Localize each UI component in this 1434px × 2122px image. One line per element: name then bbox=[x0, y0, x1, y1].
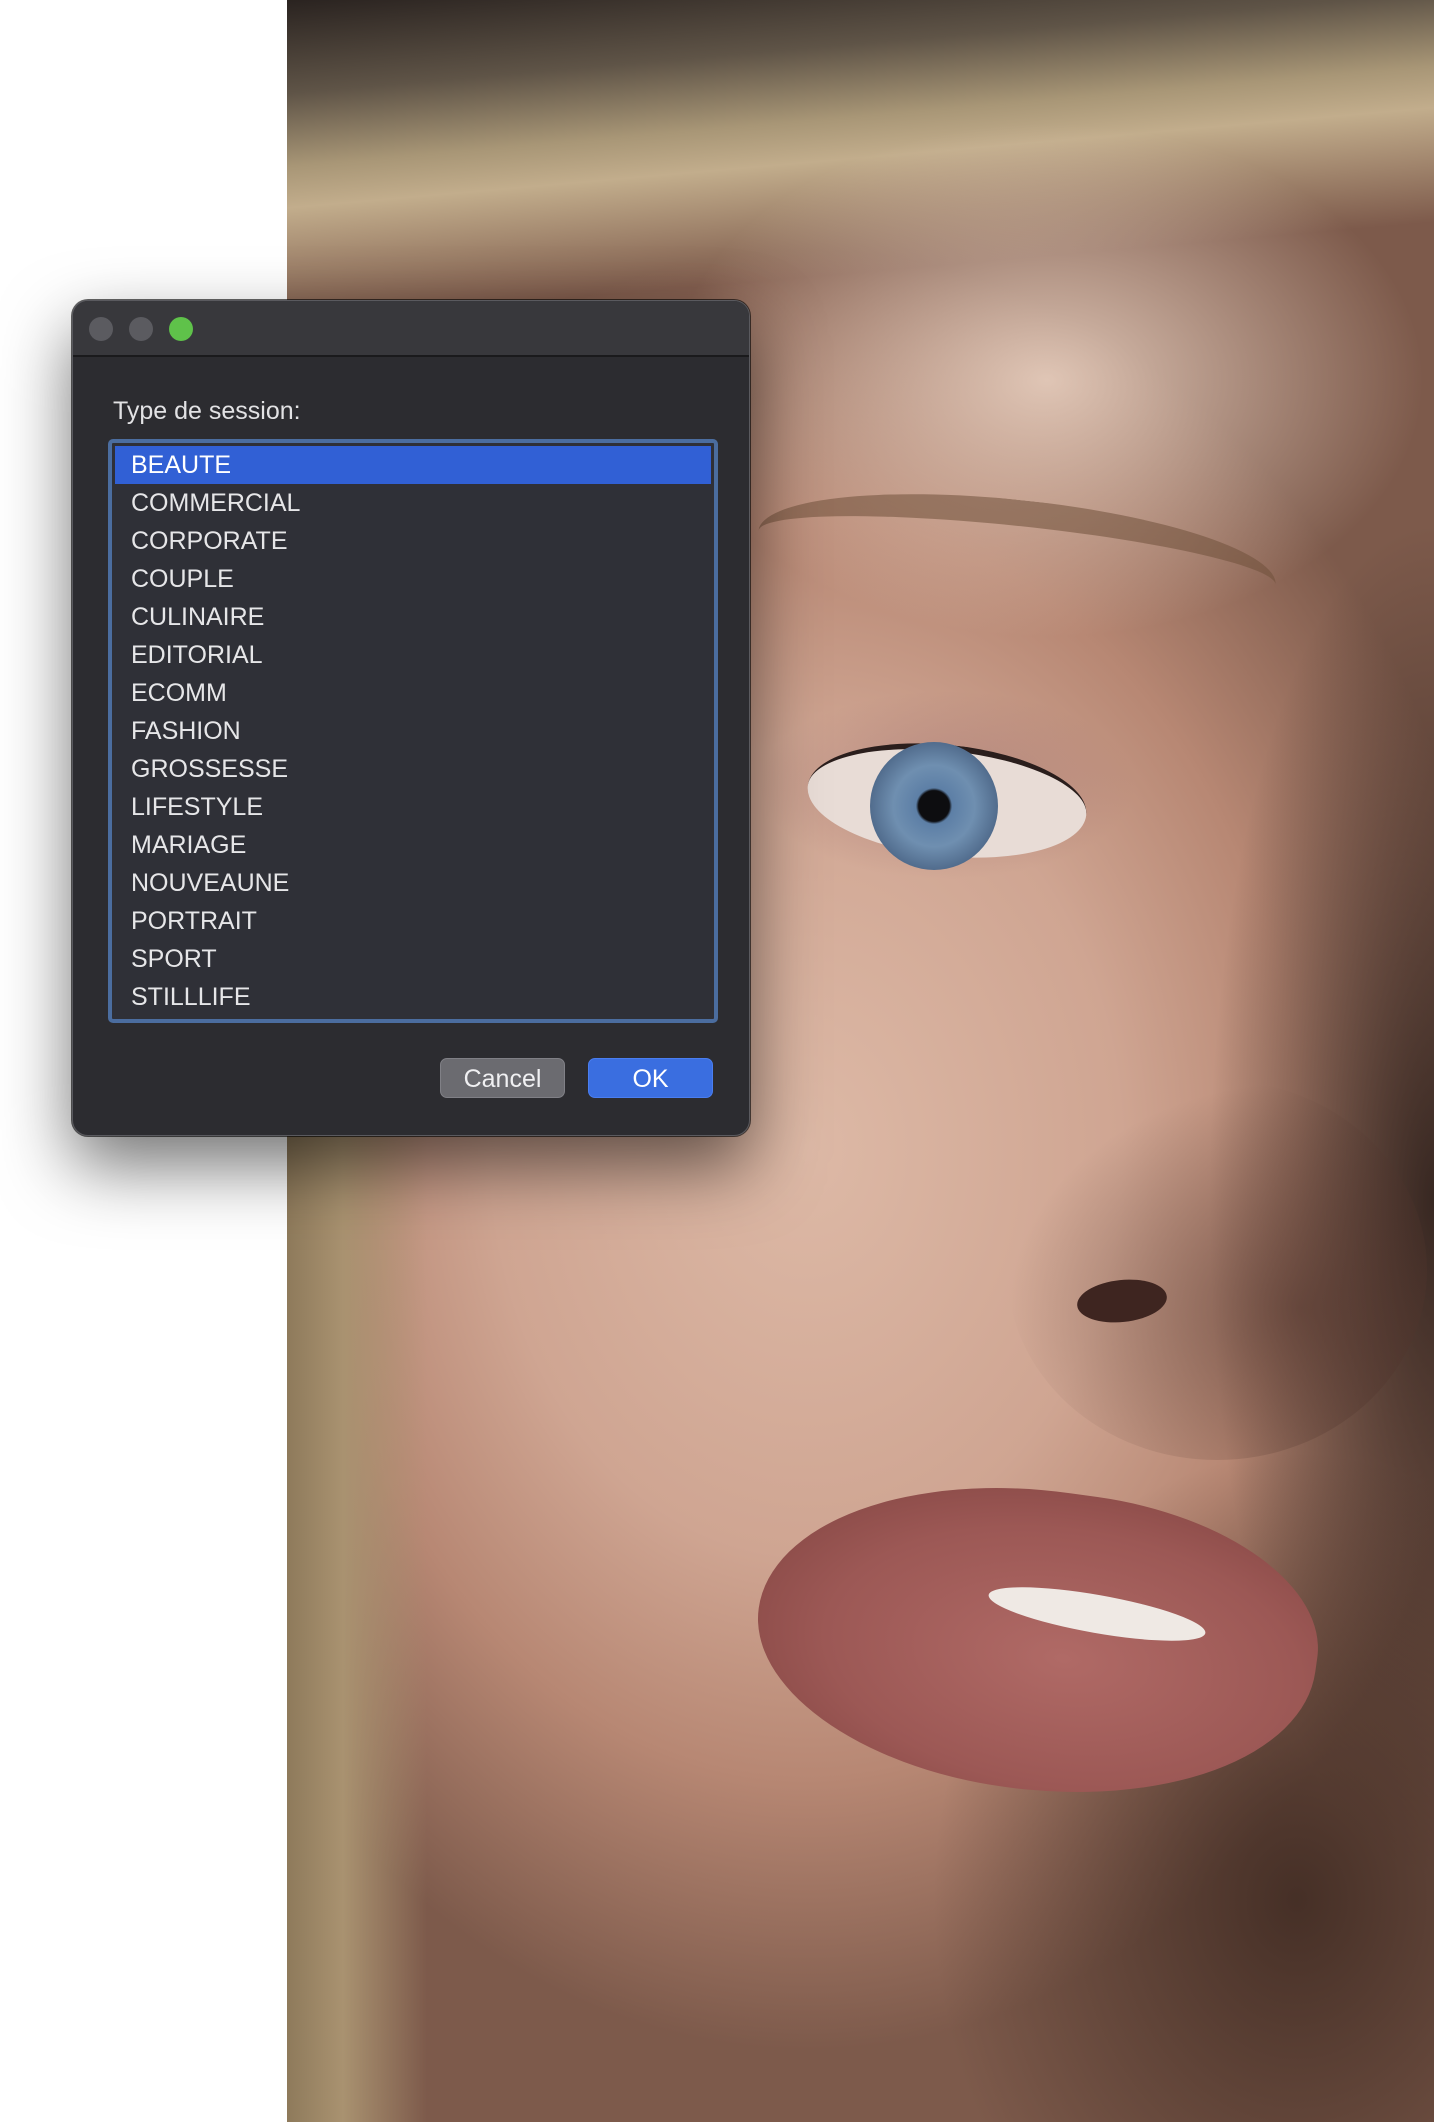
window-titlebar[interactable] bbox=[73, 301, 749, 357]
list-item-ecomm[interactable]: ECOMM bbox=[115, 674, 711, 712]
list-item-fashion[interactable]: FASHION bbox=[115, 712, 711, 750]
photo-lips bbox=[738, 1452, 1336, 1828]
list-item-grossesse[interactable]: GROSSESSE bbox=[115, 750, 711, 788]
list-item-culinaire[interactable]: CULINAIRE bbox=[115, 598, 711, 636]
photo-hair-side bbox=[287, 1100, 427, 2122]
minimize-window-icon[interactable] bbox=[129, 317, 153, 341]
list-item-beaute[interactable]: BEAUTE bbox=[115, 446, 711, 484]
zoom-window-icon[interactable] bbox=[169, 317, 193, 341]
session-type-label: Type de session: bbox=[113, 397, 301, 425]
list-item-couple[interactable]: COUPLE bbox=[115, 560, 711, 598]
cancel-button[interactable]: Cancel bbox=[440, 1058, 565, 1098]
list-item-mariage[interactable]: MARIAGE bbox=[115, 826, 711, 864]
list-item-nouveaune[interactable]: NOUVEAUNE bbox=[115, 864, 711, 902]
list-item-commercial[interactable]: COMMERCIAL bbox=[115, 484, 711, 522]
session-type-dialog: Type de session: BEAUTE COMMERCIAL CORPORA… bbox=[72, 300, 750, 1136]
list-item-stilllife[interactable]: STILLLIFE bbox=[115, 978, 711, 1016]
list-item-portrait[interactable]: PORTRAIT bbox=[115, 902, 711, 940]
close-window-icon[interactable] bbox=[89, 317, 113, 341]
session-type-listbox[interactable]: BEAUTE COMMERCIAL CORPORATE COUPLE CULINAIRE… bbox=[108, 439, 718, 1023]
list-item-editorial[interactable]: EDITORIAL bbox=[115, 636, 711, 674]
list-item-corporate[interactable]: CORPORATE bbox=[115, 522, 711, 560]
session-type-list[interactable]: BEAUTE COMMERCIAL CORPORATE COUPLE CULINAIRE… bbox=[115, 446, 711, 1016]
list-item-sport[interactable]: SPORT bbox=[115, 940, 711, 978]
list-item-lifestyle[interactable]: LIFESTYLE bbox=[115, 788, 711, 826]
ok-button[interactable]: OK bbox=[588, 1058, 713, 1098]
photo-nose bbox=[1007, 1080, 1427, 1460]
photo-iris bbox=[870, 742, 998, 870]
